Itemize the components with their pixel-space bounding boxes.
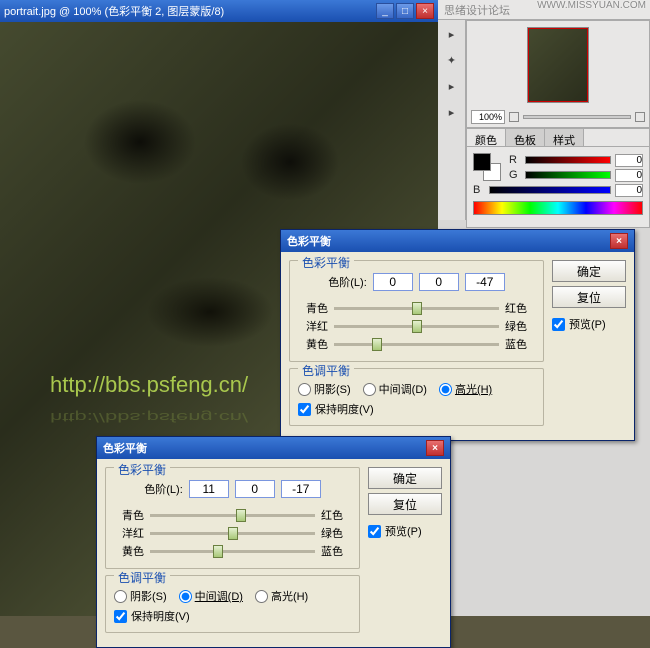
tone-balance-group: 色调平衡 阴影(S) 中间调(D) 高光(H) 保持明度(V) [289,368,544,426]
navigator-panel [466,20,650,128]
tab-swatches[interactable]: 色板 [506,129,545,146]
chevron-right-icon[interactable]: ▸ [444,104,460,120]
b-input[interactable] [615,184,643,197]
zoom-input[interactable] [471,110,505,124]
slider-mg[interactable] [334,325,499,328]
radio-highlights[interactable]: 高光(H) [255,588,308,604]
maximize-button[interactable]: □ [396,3,414,19]
level-input-0[interactable] [189,480,229,498]
radio-shadows[interactable]: 阴影(S) [114,588,167,604]
tone-balance-group: 色调平衡 阴影(S) 中间调(D) 高光(H) 保持明度(V) [105,575,360,633]
radio-midtones[interactable]: 中间调(D) [363,381,427,397]
color-balance-group: 色彩平衡 色阶(L): 青色红色 洋红绿色 黄色蓝色 [289,260,544,362]
group-title: 色调平衡 [298,362,354,379]
watermark-reflection: http://bbs.psfeng.cn/ [50,409,248,425]
dialog-close-button[interactable]: × [426,440,444,456]
level-input-1[interactable] [235,480,275,498]
radio-midtones[interactable]: 中间调(D) [179,588,243,604]
zoom-out-icon[interactable] [509,112,519,122]
slider-yb[interactable] [150,550,315,553]
slider-cr[interactable] [150,514,315,517]
dialog-close-button[interactable]: × [610,233,628,249]
levels-label: 色阶(L): [328,274,367,290]
group-title: 色彩平衡 [114,461,170,478]
color-balance-group: 色彩平衡 色阶(L): 青色红色 洋红绿色 黄色蓝色 [105,467,360,569]
zoom-slider[interactable] [523,115,631,119]
reset-button[interactable]: 复位 [368,493,442,515]
color-panel: 颜色 色板 样式 R G B [466,128,650,228]
credit-label: 思绪设计论坛 [444,2,510,18]
dialog-title: 色彩平衡 [287,233,331,249]
color-balance-dialog-1: 色彩平衡 × 色彩平衡 色阶(L): 青色红色 洋红绿色 黄色蓝色 色调平衡 [280,229,635,441]
site-watermark: WWW.MISSYUAN.COM [537,0,646,11]
preserve-lum-checkbox[interactable] [114,610,127,623]
close-button[interactable]: × [416,3,434,19]
doc-titlebar[interactable]: portrait.jpg @ 100% (色彩平衡 2, 图层蒙版/8) _ □… [0,0,438,22]
reset-button[interactable]: 复位 [552,286,626,308]
chevron-right-icon[interactable]: ▸ [444,26,460,42]
fg-bg-swatches[interactable] [473,153,501,181]
zoom-in-icon[interactable] [635,112,645,122]
preview-checkbox[interactable]: 预览(P) [368,523,442,539]
level-input-1[interactable] [419,273,459,291]
level-input-2[interactable] [281,480,321,498]
slider-cr[interactable] [334,307,499,310]
slider-mg[interactable] [150,532,315,535]
spectrum-strip[interactable] [473,201,643,215]
chevron-right-icon[interactable]: ▸ [444,78,460,94]
ok-button[interactable]: 确定 [368,467,442,489]
vertical-toolstrip: ▸ ✦ ▸ ▸ [438,20,466,220]
levels-label: 色阶(L): [144,481,183,497]
color-balance-dialog-2: 色彩平衡 × 色彩平衡 色阶(L): 青色红色 洋红绿色 黄色蓝色 色调平衡 [96,436,451,648]
level-input-2[interactable] [465,273,505,291]
dialog-title: 色彩平衡 [103,440,147,456]
doc-title: portrait.jpg @ 100% (色彩平衡 2, 图层蒙版/8) [4,3,224,19]
group-title: 色调平衡 [114,569,170,586]
watermark-text: http://bbs.psfeng.cn/ [50,372,248,398]
group-title: 色彩平衡 [298,254,354,271]
navigator-thumb[interactable] [527,27,589,103]
preserve-lum-checkbox[interactable] [298,403,311,416]
wand-icon[interactable]: ✦ [444,52,460,68]
preview-checkbox[interactable]: 预览(P) [552,316,626,332]
radio-highlights[interactable]: 高光(H) [439,381,492,397]
radio-shadows[interactable]: 阴影(S) [298,381,351,397]
ok-button[interactable]: 确定 [552,260,626,282]
g-input[interactable] [615,169,643,182]
dialog-titlebar[interactable]: 色彩平衡 × [97,437,450,459]
tab-styles[interactable]: 样式 [545,129,584,146]
level-input-0[interactable] [373,273,413,291]
tab-color[interactable]: 颜色 [467,129,506,146]
dialog-titlebar[interactable]: 色彩平衡 × [281,230,634,252]
minimize-button[interactable]: _ [376,3,394,19]
color-panel-tabs: 颜色 色板 样式 [467,129,649,147]
slider-yb[interactable] [334,343,499,346]
r-input[interactable] [615,154,643,167]
